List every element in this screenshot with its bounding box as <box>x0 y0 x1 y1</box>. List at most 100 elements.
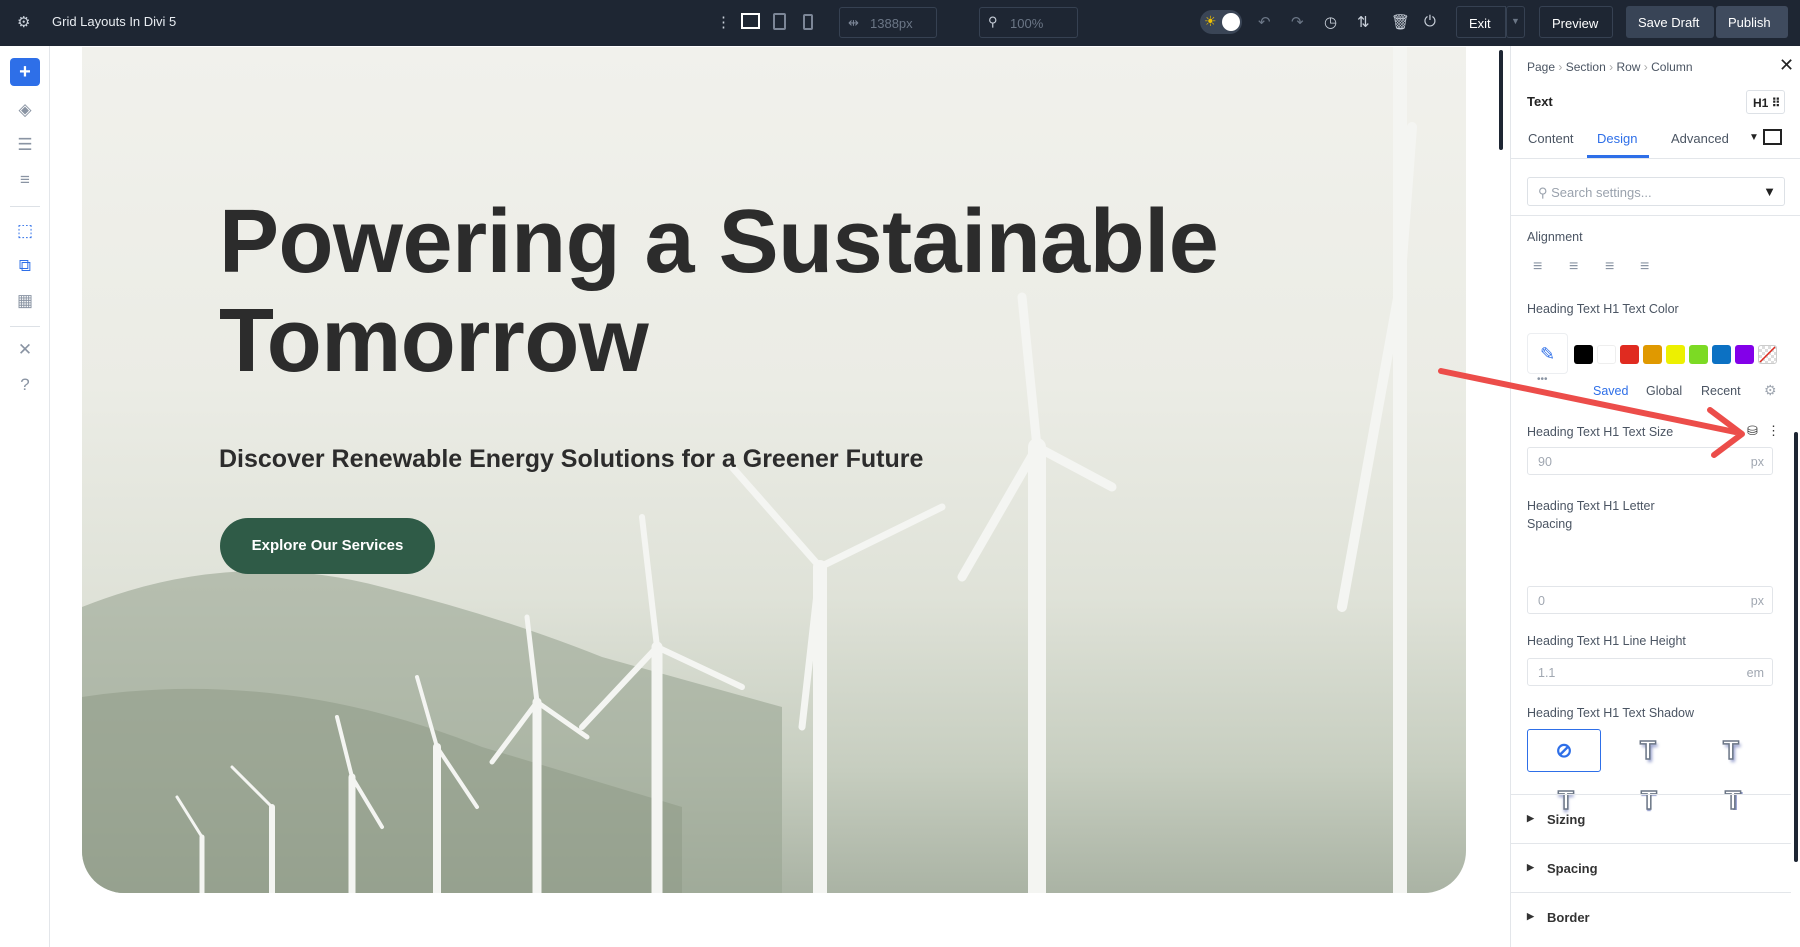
zoom-input[interactable]: ⚲ 100% <box>979 7 1078 38</box>
align-left-icon[interactable]: ≡ <box>1533 258 1542 276</box>
hero-subheading[interactable]: Discover Renewable Energy Solutions for … <box>219 445 923 474</box>
toggle-knob <box>1222 13 1240 31</box>
panel-view-icon[interactable] <box>1763 129 1782 145</box>
width-icon: ⇹ <box>848 15 859 30</box>
color-swatch[interactable] <box>1597 345 1616 364</box>
swatch-transparent[interactable] <box>1758 345 1777 364</box>
color-swatch[interactable] <box>1666 345 1685 364</box>
breadcrumb-column[interactable]: Column <box>1651 60 1692 74</box>
gear-icon[interactable]: ⚙ <box>1764 382 1777 399</box>
section-border[interactable]: ▶ Border <box>1511 892 1791 940</box>
section-sizing[interactable]: ▶ Sizing <box>1511 794 1791 842</box>
color-swatch[interactable] <box>1712 345 1731 364</box>
preview-button[interactable]: Preview <box>1539 6 1613 38</box>
shadow-none-option[interactable]: ⊘ <box>1527 729 1601 772</box>
breadcrumb-page[interactable]: Page <box>1527 60 1555 74</box>
exit-button[interactable]: Exit <box>1456 6 1506 38</box>
desktop-view-icon[interactable] <box>741 13 760 29</box>
letter-spacing-label: Heading Text H1 Letter Spacing <box>1527 499 1655 531</box>
align-center-icon[interactable]: ≡ <box>1569 258 1578 276</box>
section-label: Border <box>1547 910 1590 925</box>
alignment-label: Alignment <box>1527 230 1583 244</box>
search-placeholder: Search settings... <box>1551 185 1652 200</box>
color-swatch[interactable] <box>1689 345 1708 364</box>
hero-section[interactable]: Powering a Sustainable Tomorrow Discover… <box>82 47 1466 893</box>
add-module-button[interactable]: + <box>10 58 40 86</box>
tab-advanced[interactable]: Advanced <box>1671 131 1729 146</box>
select-element-icon[interactable]: ⬚ <box>13 219 37 243</box>
breadcrumb-row[interactable]: Row <box>1616 60 1640 74</box>
history-icon[interactable]: ◷ <box>1324 13 1337 31</box>
select-multi-icon[interactable]: ⧉ <box>13 254 37 278</box>
saved-colors-tab[interactable]: Saved <box>1593 384 1628 398</box>
align-justify-icon[interactable]: ≡ <box>1640 258 1649 276</box>
more-vertical-icon[interactable]: ⋮ <box>716 13 731 31</box>
color-swatch[interactable] <box>1574 345 1593 364</box>
panel-scrollbar[interactable] <box>1794 432 1798 862</box>
breadcrumb: Page › Section › Row › Column <box>1527 60 1693 74</box>
unit-label: em <box>1746 666 1764 680</box>
module-title: Text <box>1527 94 1553 109</box>
eyedropper-button[interactable]: ✎ <box>1527 333 1568 374</box>
color-swatch[interactable] <box>1620 345 1639 364</box>
page-settings-icon[interactable]: ≡ <box>13 168 37 192</box>
line-height-input[interactable]: 1.1 em <box>1527 658 1773 686</box>
sun-icon: ☀ <box>1204 13 1217 29</box>
caret-right-icon: ▶ <box>1527 813 1534 823</box>
exit-dropdown[interactable]: ▼ <box>1506 6 1525 38</box>
left-sidebar: + ◈ ☰ ≡ ⬚ ⧉ ▦ ✕ ? <box>0 46 50 947</box>
text-size-value: 90 <box>1538 455 1552 469</box>
save-draft-label: Save Draft <box>1638 15 1700 30</box>
canvas-scrollbar[interactable] <box>1499 50 1503 150</box>
width-value: 1388px <box>870 16 913 31</box>
unit-label: px <box>1750 594 1764 608</box>
power-icon[interactable]: ⏻ <box>1424 13 1436 30</box>
layout-view-icon[interactable]: ▦ <box>13 289 37 313</box>
undo-icon[interactable]: ↶ <box>1258 13 1271 31</box>
layers-icon[interactable]: ◈ <box>13 98 37 122</box>
publish-button[interactable]: Publish <box>1716 6 1788 38</box>
caret-down-icon[interactable]: ▼ <box>1749 132 1759 143</box>
publish-label: Publish <box>1728 15 1771 30</box>
caret-right-icon: ▶ <box>1527 911 1534 921</box>
redo-icon[interactable]: ↷ <box>1291 13 1304 31</box>
unit-label: px <box>1750 455 1764 469</box>
breadcrumb-section[interactable]: Section <box>1566 60 1606 74</box>
letter-spacing-input[interactable]: 0 px <box>1527 586 1773 614</box>
more-icon[interactable]: ••• <box>1537 374 1548 385</box>
color-swatch[interactable] <box>1643 345 1662 364</box>
tools-icon[interactable]: ✕ <box>13 338 37 362</box>
gear-icon[interactable]: ⚙ <box>17 13 30 31</box>
sort-icon[interactable]: ⇅ <box>1357 13 1370 31</box>
options-icon[interactable]: ⋮ <box>1767 423 1780 439</box>
filter-icon[interactable]: ▼ <box>1763 184 1776 199</box>
explore-services-button[interactable]: Explore Our Services <box>220 518 435 574</box>
search-settings-input[interactable]: ⚲ Search settings... ▼ <box>1527 177 1785 206</box>
text-size-input[interactable]: 90 px <box>1527 447 1773 475</box>
tab-design[interactable]: Design <box>1597 131 1637 146</box>
theme-toggle[interactable]: ☀ <box>1200 10 1242 34</box>
global-colors-tab[interactable]: Global <box>1646 384 1682 398</box>
align-right-icon[interactable]: ≡ <box>1605 258 1614 276</box>
section-spacing[interactable]: ▶ Spacing <box>1511 843 1791 891</box>
builder-canvas: Powering a Sustainable Tomorrow Discover… <box>50 46 1506 947</box>
shadow-preset-2[interactable]: T <box>1694 729 1768 772</box>
database-icon[interactable]: ☰ <box>13 133 37 157</box>
help-icon[interactable]: ? <box>13 373 37 397</box>
width-input[interactable]: ⇹ 1388px <box>839 7 937 38</box>
heading-level-select[interactable]: H1 ⠿ <box>1746 90 1785 114</box>
tablet-view-icon[interactable] <box>773 13 786 30</box>
phone-view-icon[interactable] <box>803 14 813 30</box>
dynamic-content-icon[interactable]: ⛁ <box>1747 423 1758 439</box>
divider <box>10 206 40 207</box>
trash-icon[interactable]: 🗑 <box>1391 13 1410 31</box>
close-icon[interactable]: ✕ <box>1779 55 1794 76</box>
tab-content[interactable]: Content <box>1528 131 1574 146</box>
color-swatch[interactable] <box>1735 345 1754 364</box>
save-draft-button[interactable]: Save Draft <box>1626 6 1714 38</box>
hero-heading[interactable]: Powering a Sustainable Tomorrow <box>219 193 1369 391</box>
top-bar: ⚙ Grid Layouts In Divi 5 ⋮ ⇹ 1388px ⚲ 100%… <box>0 0 1800 46</box>
shadow-preset-1[interactable]: T <box>1611 729 1685 772</box>
text-shadow-label: Heading Text H1 Text Shadow <box>1527 706 1695 720</box>
recent-colors-tab[interactable]: Recent <box>1701 384 1741 398</box>
